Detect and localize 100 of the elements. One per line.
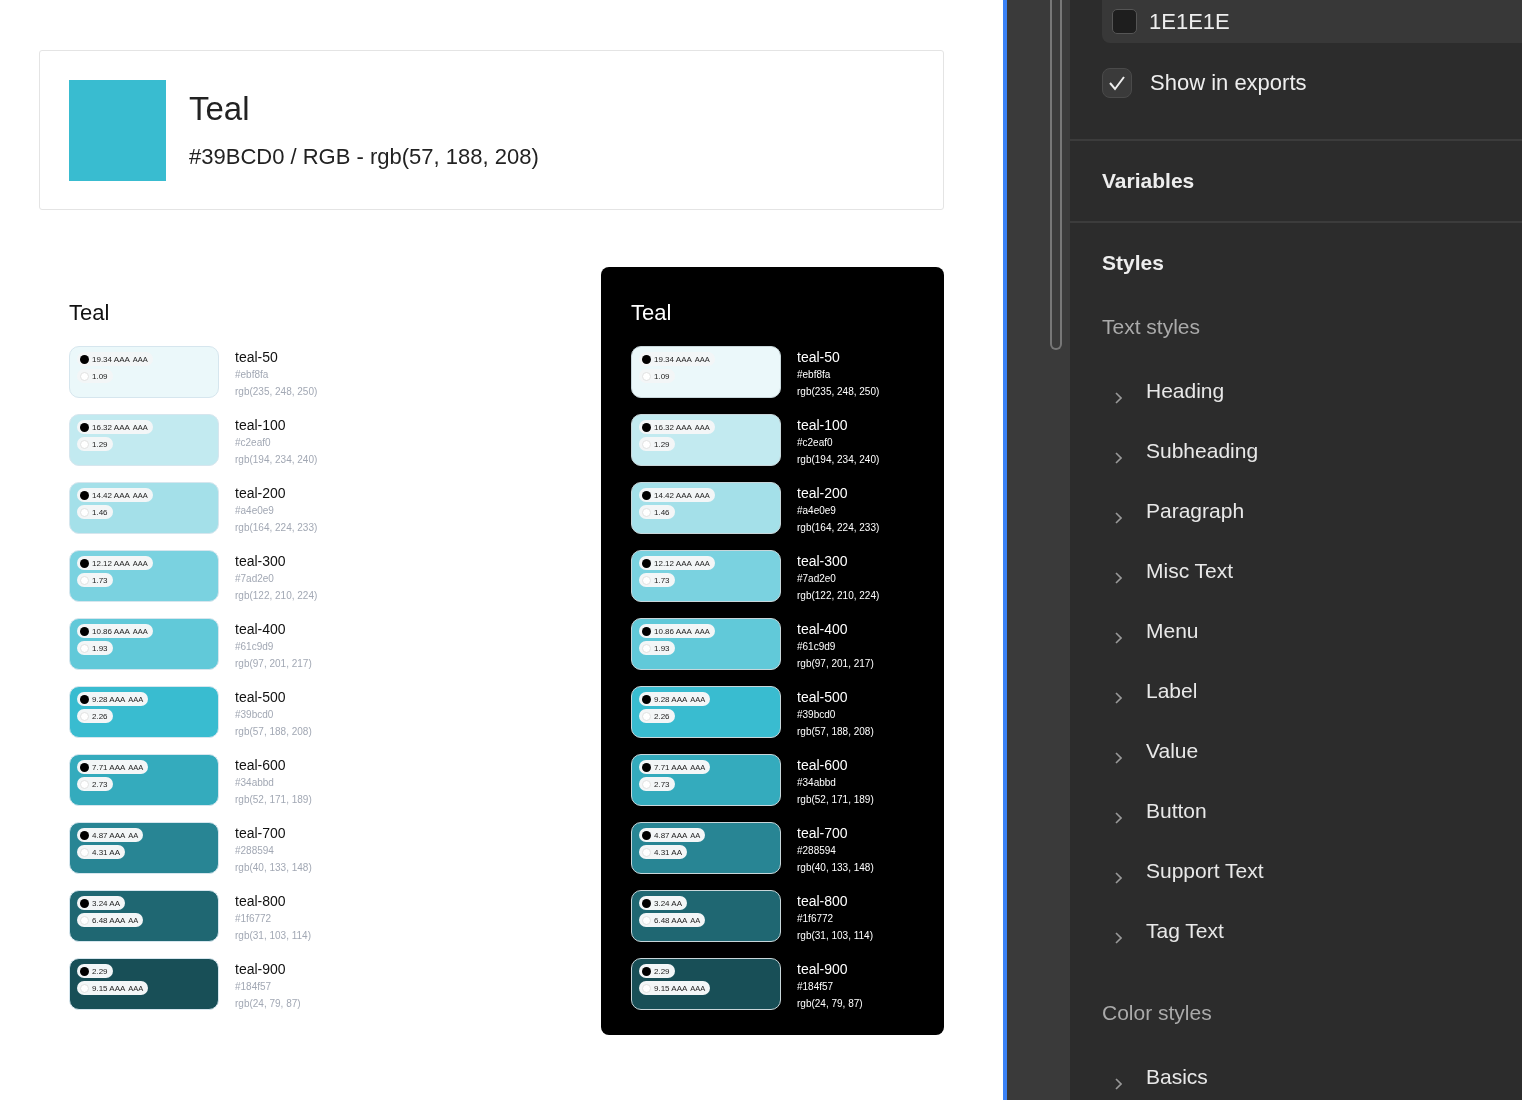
rgb-value: rgb(52, 171, 189): [235, 793, 312, 807]
style-item[interactable]: Button: [1146, 799, 1207, 823]
rgb-value: rgb(164, 224, 233): [797, 521, 880, 535]
group-title[interactable]: Text styles: [1070, 315, 1522, 339]
hex-value: #ebf8fa: [797, 368, 832, 382]
chevron-right-icon[interactable]: [1114, 572, 1122, 584]
rgb-value: rgb(24, 79, 87): [797, 997, 863, 1011]
contrast-ratio: 4.87 AAA: [654, 830, 688, 840]
hex-value: #61c9d9: [797, 640, 837, 654]
hex-value: #184f57: [797, 980, 835, 994]
swatch-name: teal-400: [797, 621, 849, 638]
hex-value: #a4e0e9: [235, 504, 275, 518]
hex-value: #a4e0e9: [797, 504, 837, 518]
hex-value: #288594: [797, 844, 837, 858]
style-item[interactable]: Tag Text: [1146, 919, 1224, 943]
rgb-value: rgb(24, 79, 87): [235, 997, 301, 1011]
chevron-right-icon[interactable]: [1114, 812, 1122, 824]
contrast-ratio: 1.93: [92, 643, 108, 653]
contrast-ratio: 4.87 AAA: [92, 830, 126, 840]
chevron-right-icon[interactable]: [1114, 512, 1122, 524]
hex-value: #1f6772: [235, 912, 273, 926]
contrast-ratio: 4.31 AA: [92, 847, 121, 857]
swatch-name: teal-50: [797, 349, 841, 366]
hex-value: #1f6772: [797, 912, 835, 926]
rgb-value: rgb(31, 103, 114): [797, 929, 873, 943]
hex-value: #61c9d9: [235, 640, 275, 654]
palette-title: Teal: [69, 300, 111, 326]
style-item[interactable]: Basics: [1146, 1065, 1208, 1089]
rgb-value: rgb(40, 133, 148): [235, 861, 312, 875]
dot-icon: [642, 966, 651, 976]
contrast-ratio: 1.46: [92, 507, 108, 517]
hex-value: #34abbd: [235, 776, 275, 790]
swatch-name: teal-200: [797, 485, 849, 502]
palette-title: Teal: [631, 300, 673, 326]
dot-icon: [642, 626, 651, 636]
rgb-value: rgb(235, 248, 250): [235, 385, 318, 399]
swatch-name: teal-300: [797, 553, 849, 570]
hex-value: #288594: [235, 844, 275, 858]
hex-value: #34abbd: [797, 776, 837, 790]
color-name: Teal: [189, 90, 251, 128]
chevron-right-icon[interactable]: [1114, 632, 1122, 644]
rgb-value: rgb(122, 210, 224): [235, 589, 318, 603]
rgb-value: rgb(31, 103, 114): [235, 929, 311, 943]
swatch-name: teal-700: [797, 825, 849, 842]
contrast-ratio: 2.26: [92, 711, 108, 721]
chevron-right-icon[interactable]: [1114, 872, 1122, 884]
contrast-ratio: 19.34 AAA: [92, 354, 130, 364]
style-item[interactable]: Support Text: [1146, 859, 1264, 883]
chevron-right-icon[interactable]: [1114, 1078, 1122, 1090]
dot-icon: [80, 422, 89, 432]
dot-icon: [642, 490, 651, 500]
rgb-value: rgb(235, 248, 250): [797, 385, 880, 399]
contrast-ratio: 9.28 AAA: [654, 694, 688, 704]
dot-icon: [642, 558, 651, 568]
contrast-ratio: 1.73: [654, 575, 670, 585]
contrast-ratio: 7.71 AAA: [92, 762, 126, 772]
style-item[interactable]: Misc Text: [1146, 559, 1234, 583]
rgb-value: rgb(194, 234, 240): [235, 453, 318, 467]
dot-icon: [80, 762, 89, 772]
section-title[interactable]: Variables: [1070, 141, 1522, 221]
style-item[interactable]: Heading: [1146, 379, 1225, 403]
chevron-right-icon[interactable]: [1114, 692, 1122, 704]
dot-icon: [642, 422, 651, 432]
contrast-ratio: 1.46: [654, 507, 670, 517]
dot-icon: [642, 898, 651, 908]
chevron-right-icon[interactable]: [1114, 752, 1122, 764]
style-item[interactable]: Menu: [1146, 619, 1199, 643]
swatch-name: teal-700: [235, 825, 287, 842]
contrast-ratio: 1.29: [92, 439, 108, 449]
dot-icon: [642, 354, 651, 364]
rgb-value: rgb(57, 188, 208): [235, 725, 312, 739]
rgb-value: rgb(164, 224, 233): [235, 521, 318, 535]
contrast-ratio: 9.15 AAA: [92, 983, 126, 993]
group-title[interactable]: Color styles: [1070, 1001, 1522, 1025]
contrast-ratio: 1.09: [92, 371, 108, 381]
swatch-name: teal-500: [235, 689, 287, 706]
color-input[interactable]: 1E1E1E: [1102, 0, 1522, 43]
scrollbar[interactable]: [1050, 0, 1062, 350]
contrast-ratio: 14.42 AAA: [92, 490, 130, 500]
hex-value: #39bcd0: [235, 708, 275, 722]
dot-icon: [642, 694, 651, 704]
style-item[interactable]: Label: [1146, 679, 1198, 703]
swatch-name: teal-400: [235, 621, 287, 638]
contrast-ratio: 1.29: [654, 439, 670, 449]
chevron-right-icon[interactable]: [1114, 452, 1122, 464]
section-title[interactable]: Styles: [1070, 223, 1522, 303]
style-item[interactable]: Subheading: [1146, 439, 1259, 463]
chevron-right-icon[interactable]: [1114, 392, 1122, 404]
contrast-ratio: 16.32 AAA: [92, 422, 130, 432]
checkbox[interactable]: [1102, 68, 1132, 98]
chevron-right-icon[interactable]: [1114, 932, 1122, 944]
style-item[interactable]: Paragraph: [1146, 499, 1245, 523]
style-item[interactable]: Value: [1146, 739, 1199, 763]
contrast-ratio: 1.93: [654, 643, 670, 653]
contrast-ratio: 10.86 AAA: [92, 626, 130, 636]
dot-icon: [80, 354, 89, 364]
rgb-value: rgb(122, 210, 224): [797, 589, 880, 603]
dot-icon: [80, 626, 89, 636]
rgb-value: rgb(97, 201, 217): [235, 657, 312, 671]
swatch-name: teal-800: [797, 893, 849, 910]
